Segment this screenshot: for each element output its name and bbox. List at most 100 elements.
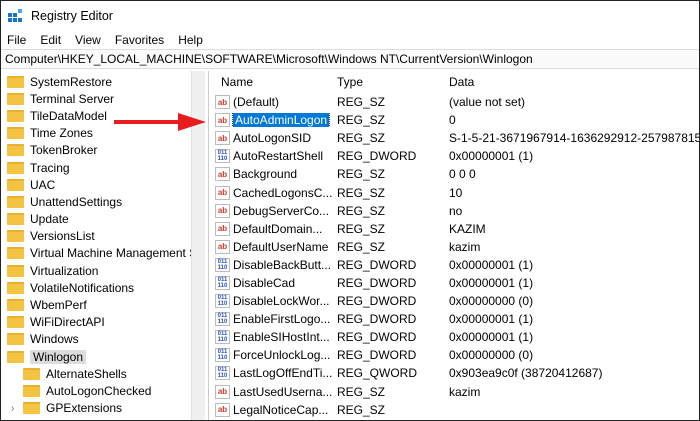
tree-item[interactable]: Windows [1,331,191,348]
binary-value-icon: 011 110 [215,312,230,327]
tree-item-label: VersionsList [30,229,95,244]
menu-file[interactable]: File [7,33,26,47]
binary-value-icon: 011 110 [215,275,230,290]
tree-item[interactable]: VolatileNotifications [1,279,191,296]
menu-favorites[interactable]: Favorites [115,33,164,47]
value-row[interactable]: 011 110 LastLogOffEndTi... REG_QWORD 0x903e… [215,364,699,382]
folder-icon [7,127,24,140]
tree-item[interactable]: Winlogon [1,348,191,365]
expand-chevron-icon[interactable]: › [11,403,14,414]
binary-value-icon: 011 110 [215,366,230,381]
address-bar[interactable]: Computer\HKEY_LOCAL_MACHINE\SOFTWARE\Mic… [1,49,699,69]
tree-item[interactable]: WbemPerf [1,296,191,313]
tree-child-item[interactable]: AutoLogonChecked [1,382,191,399]
value-row[interactable]: 011 110 DisableLockWor... REG_DWORD 0x00000… [215,292,699,310]
value-row[interactable]: ab LastUsedUserna... REG_SZ kazim [215,383,699,401]
tree-item[interactable]: Tracing [1,159,191,176]
menu-edit[interactable]: Edit [40,33,61,47]
value-row[interactable]: ab Background REG_SZ 0 0 0 [215,165,699,183]
folder-icon [7,161,24,174]
folder-icon [7,230,24,243]
tree-item[interactable]: Update [1,211,191,228]
tree-item[interactable]: WiFiDirectAPI [1,314,191,331]
value-name: DefaultDomain... [233,221,323,236]
binary-value-icon: 011 110 [215,330,230,345]
tree-item-label: TileDataModel [30,108,107,123]
value-row[interactable]: ab LegalNoticeCap... REG_SZ [215,401,699,419]
tree-item[interactable]: Virtual Machine Management Se [1,245,191,262]
value-row[interactable]: 011 110 DisableBackButt... REG_DWORD 0x0000… [215,256,699,274]
value-name: EnableSIHostInt... [233,330,330,345]
value-data: 0x00000000 (0) [449,348,534,363]
value-type: REG_DWORD [337,294,417,309]
value-data: (value not set) [449,95,526,110]
tree-item-label: UnattendSettings [30,194,123,209]
value-data: KAZIM [449,221,486,236]
value-type: REG_DWORD [337,330,417,345]
column-type[interactable]: Type [333,75,449,89]
value-type: REG_DWORD [337,149,417,164]
value-name: LastUsedUserna... [233,384,333,399]
tree-child-item[interactable]: › GPExtensions [1,400,191,417]
tree-item-label: SystemRestore [30,74,113,89]
column-name[interactable]: Name [215,75,333,89]
tree-item[interactable]: UAC [1,176,191,193]
tree-item-label: Tracing [30,160,70,175]
folder-icon [7,299,24,312]
menu-view[interactable]: View [75,33,101,47]
value-type: REG_SZ [337,221,386,236]
red-arrow-annotation [114,113,206,131]
value-data: no [449,203,463,218]
string-value-icon: ab [215,402,230,417]
value-row[interactable]: 011 110 EnableFirstLogo... REG_DWORD 0x0000… [215,310,699,328]
value-row[interactable]: ab CachedLogonsC... REG_SZ 10 [215,183,699,201]
tree-item[interactable]: Terminal Server [1,90,191,107]
tree-item[interactable]: VersionsList [1,228,191,245]
value-row[interactable]: ab DefaultDomain... REG_SZ KAZIM [215,220,699,238]
value-name: DebugServerCo... [233,203,330,218]
value-name: DisableBackButt... [233,257,332,272]
tree-item-label: TokenBroker [30,143,98,158]
tree-item[interactable]: SystemRestore [1,73,191,90]
value-data: S-1-5-21-3671967914-1636292912-257987815… [449,131,699,146]
value-name: AutoAdminLogon [231,113,331,128]
value-data: 0 0 0 [449,167,476,182]
menu-help[interactable]: Help [178,33,203,47]
value-row[interactable]: 011 110 ForceUnlockLog... REG_DWORD 0x00000… [215,346,699,364]
value-row[interactable]: 011 110 DisableCad REG_DWORD 0x00000001 (1) [215,274,699,292]
value-type: REG_SZ [337,203,386,218]
value-row[interactable]: 011 110 EnableSIHostInt... REG_DWORD 0x0000… [215,328,699,346]
tree-item[interactable]: TokenBroker [1,142,191,159]
value-name: AutoLogonSID [233,131,312,146]
folder-icon [7,247,24,260]
tree-item-label: GPExtensions [46,401,123,416]
folder-icon [7,75,24,88]
value-name: (Default) [233,95,280,110]
value-name: LastLogOffEndTi... [233,366,333,381]
string-value-icon: ab [215,131,230,146]
tree-item[interactable]: UnattendSettings [1,193,191,210]
value-row[interactable]: ab DebugServerCo... REG_SZ no [215,202,699,220]
folder-icon [7,178,24,191]
value-name: DisableCad [233,275,296,290]
folder-icon [7,144,24,157]
value-type: REG_SZ [337,185,386,200]
value-name: AutoRestartShell [233,149,324,164]
arrow-head [178,113,206,131]
value-row[interactable]: ab AutoLogonSID REG_SZ S-1-5-21-3671967914-… [215,129,699,147]
string-value-icon: ab [215,384,230,399]
value-row[interactable]: ab AutoAdminLogon REG_SZ 0 [215,111,699,129]
tree-item-label: Time Zones [30,126,93,141]
tree-item-label: WbemPerf [30,298,87,313]
value-row[interactable]: ab (Default) REG_SZ (value not set) [215,93,699,111]
value-row[interactable]: ab DefaultUserName REG_SZ kazim [215,238,699,256]
tree-child-item[interactable]: AlternateShells [1,365,191,382]
tree-item[interactable]: Virtualization [1,262,191,279]
value-data: 0x00000001 (1) [449,330,534,345]
value-type: REG_DWORD [337,275,417,290]
value-row[interactable]: 011 110 AutoRestartShell REG_DWORD 0x000000… [215,147,699,165]
column-data[interactable]: Data [449,75,699,89]
list-header: Name Type Data [215,71,699,93]
value-type: REG_SZ [337,167,386,182]
value-name: LegalNoticeCap... [233,402,329,417]
